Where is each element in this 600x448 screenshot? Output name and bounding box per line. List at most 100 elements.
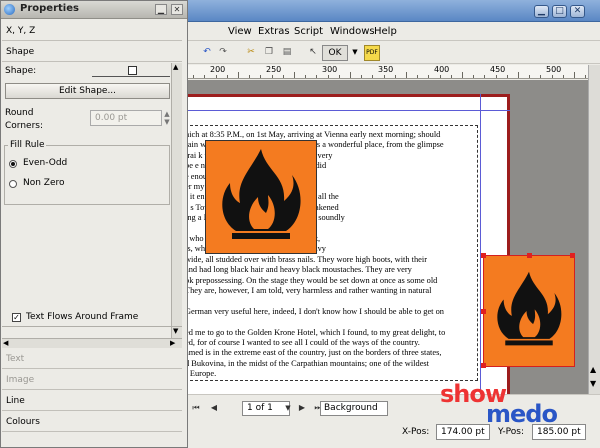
ruler-tick [540, 75, 542, 78]
non-zero-label[interactable]: Non Zero [23, 178, 65, 188]
cut-icon[interactable]: ✂ [244, 45, 258, 61]
ruler-tick [495, 75, 497, 78]
properties-vertical-scrollbar[interactable]: ▲ ▼ [171, 63, 182, 338]
export-pdf-button[interactable]: PDF [364, 45, 380, 61]
ruler-tick [450, 75, 452, 78]
ruler-tick [417, 75, 419, 78]
text-line: ok prepossessing. On the stage they woul… [185, 275, 438, 285]
resize-handle[interactable] [527, 253, 532, 258]
tab-text[interactable]: Text [2, 349, 182, 369]
menu-script[interactable]: Script [294, 26, 323, 37]
prev-page-icon[interactable]: ◀ [208, 401, 220, 415]
scroll-arrow-icon[interactable]: ◀ [3, 339, 8, 348]
document-canvas[interactable]: nich at 8:35 P.M., on 1st May, arriving … [180, 80, 588, 394]
minimize-icon[interactable]: ▁ [155, 4, 167, 15]
undo-icon[interactable]: ↶ [200, 45, 214, 61]
text-line: wide, all studded over with brass nails.… [185, 254, 427, 264]
properties-titlebar[interactable]: Properties ▁ ✕ [1, 1, 187, 19]
radio-button-icon[interactable] [9, 180, 17, 188]
menu-help[interactable]: Help [374, 26, 397, 37]
menu-extras[interactable]: Extras [258, 26, 290, 37]
menu-view[interactable]: View [228, 26, 252, 37]
chevron-down-icon[interactable]: ▼ [282, 401, 294, 415]
corners-label: Corners: [5, 121, 43, 131]
logo-medo: medo [486, 400, 558, 428]
close-icon[interactable]: ✕ [570, 5, 585, 18]
text-line: ed, for of course I wanted to see all I … [185, 338, 420, 347]
tab-colours[interactable]: Colours [2, 412, 182, 432]
scroll-arrow-icon[interactable]: ▼ [173, 327, 178, 335]
first-page-icon[interactable]: ⏮ [190, 401, 202, 415]
preflight-ok-button[interactable]: OK [322, 45, 348, 61]
close-icon[interactable]: ✕ [171, 4, 183, 15]
ruler-tick [204, 75, 206, 78]
round-label: Round [5, 108, 34, 118]
round-corners-input[interactable]: 0.00 pt [90, 110, 162, 126]
maximize-icon[interactable]: □ [552, 5, 567, 18]
arrow-tool-icon[interactable]: ↖ [306, 45, 320, 61]
even-odd-label[interactable]: Even-Odd [23, 158, 67, 168]
scroll-arrow-icon[interactable]: ▲ [590, 365, 596, 374]
ruler-tick [551, 75, 553, 78]
text-line: They are, however, I am told, very harml… [185, 286, 432, 295]
tab-xyz[interactable]: X, Y, Z [2, 21, 182, 41]
image-frame[interactable] [205, 140, 317, 254]
ruler-label: 450 [490, 65, 506, 74]
text-line: f Europe. [185, 369, 217, 379]
radio-button-icon[interactable] [9, 160, 17, 168]
ruler-tick [529, 75, 531, 78]
properties-horizontal-scrollbar[interactable]: ◀ ▶ [2, 338, 182, 348]
app-icon [4, 4, 15, 15]
ruler-label: 500 [546, 65, 562, 74]
text-flows-label[interactable]: Text Flows Around Frame [26, 312, 138, 322]
chevron-down-icon[interactable]: ▼ [350, 45, 360, 61]
checkbox-icon[interactable]: ✓ [12, 313, 21, 322]
ruler-tick [372, 75, 374, 78]
text-line: amed is in the extreme east of the count… [185, 348, 442, 358]
scroll-arrow-icon[interactable]: ▶ [170, 339, 175, 348]
layer-select[interactable]: Background [320, 401, 388, 416]
ruler-tick [383, 75, 385, 78]
ruler-tick [361, 75, 363, 78]
scroll-arrow-icon[interactable]: ▼ [590, 379, 596, 388]
ruler-tick [271, 75, 273, 78]
properties-palette: Properties ▁ ✕ X, Y, Z Shape Shape: Edit… [0, 0, 188, 448]
ruler-tick [282, 75, 284, 78]
resize-handle[interactable] [481, 363, 486, 368]
resize-handle[interactable] [481, 309, 486, 314]
square-icon [128, 66, 137, 75]
ruler-tick [439, 75, 441, 78]
ruler-tick [193, 75, 195, 78]
menu-windows[interactable]: Windows [330, 26, 375, 37]
text-line: d Bukovina, in the midst of the Carpathi… [185, 358, 429, 368]
tab-shape[interactable]: Shape [2, 42, 182, 62]
resize-handle[interactable] [481, 253, 486, 258]
paste-icon[interactable]: ▤ [280, 45, 294, 61]
redo-icon[interactable]: ↷ [216, 45, 230, 61]
ruler-label: 350 [378, 65, 394, 74]
shape-label: Shape: [5, 66, 37, 76]
tab-image[interactable]: Image [2, 370, 182, 390]
tab-line[interactable]: Line [2, 391, 182, 411]
ruler-tick [260, 75, 262, 78]
resize-handle[interactable] [570, 253, 575, 258]
ruler-label: 300 [322, 65, 338, 74]
ruler-tick [249, 75, 251, 78]
scroll-arrow-icon[interactable]: ▲ [173, 63, 178, 71]
selected-image-frame[interactable] [481, 253, 575, 368]
minimize-icon[interactable]: ▁ [534, 5, 549, 18]
copy-icon[interactable]: ❐ [262, 45, 276, 61]
ruler-label: 250 [266, 65, 282, 74]
shape-panel: Shape: Edit Shape... Round Corners: 0.00… [2, 63, 171, 338]
ruler-tick [585, 75, 587, 78]
ruler-tick [294, 72, 295, 78]
ruler-tick [316, 75, 318, 78]
edit-shape-button[interactable]: Edit Shape... [5, 83, 170, 99]
canvas-vertical-scrollbar[interactable]: ▲ ▼ [588, 65, 600, 394]
ruler-tick [562, 75, 564, 78]
next-page-icon[interactable]: ▶ [296, 401, 308, 415]
x-pos-label: X-Pos: [402, 427, 430, 437]
shape-selector[interactable] [92, 65, 170, 77]
ruler-tick [350, 72, 351, 78]
spinner-icon[interactable]: ▲ ▼ [162, 110, 171, 126]
